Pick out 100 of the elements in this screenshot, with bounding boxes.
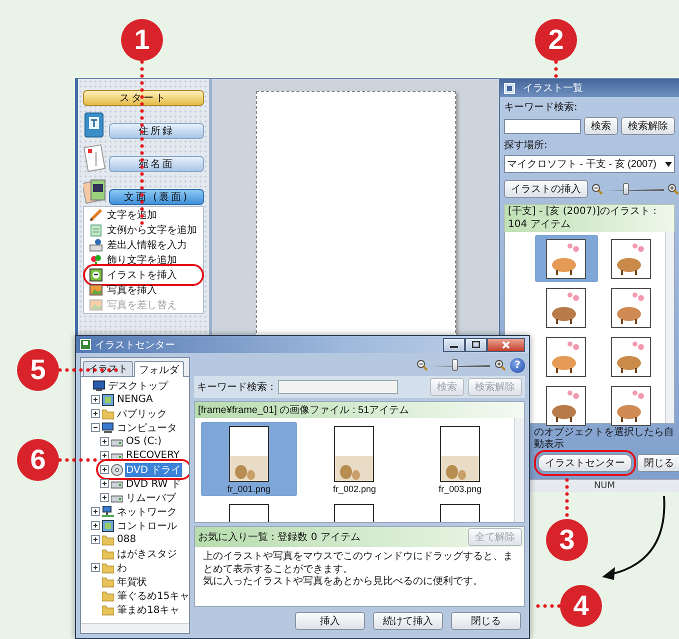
document-icon xyxy=(89,223,103,237)
file-tile[interactable]: fr_003.png xyxy=(412,422,508,496)
folder-icon xyxy=(102,408,114,420)
tree-item[interactable]: DVD ドライ xyxy=(125,462,182,476)
expand-toggle-icon[interactable] xyxy=(91,521,100,530)
tree-item[interactable]: NENGA xyxy=(116,394,154,405)
postcard-icon xyxy=(83,144,107,172)
illustration-thumbnail xyxy=(546,238,586,278)
insert-illustration-button[interactable]: イラストの挿入 xyxy=(504,180,588,198)
disc-icon xyxy=(111,464,123,476)
illustration-thumbnail xyxy=(610,288,651,328)
menu-item[interactable]: 写真を挿入 xyxy=(87,283,200,297)
pencil-icon xyxy=(89,208,103,222)
expand-toggle-icon[interactable] xyxy=(100,465,109,474)
clear-search-button[interactable]: 検索解除 xyxy=(621,117,675,135)
tree-item[interactable]: はがきスタジ xyxy=(116,546,178,560)
close-button[interactable]: 閉じる xyxy=(637,454,679,472)
tree-item[interactable]: 筆まめ18キャ xyxy=(116,602,181,616)
location-dropdown[interactable]: マイクロソフト - 干支 - 亥 (2007) xyxy=(504,155,675,173)
tab[interactable]: フォルダ xyxy=(134,361,184,377)
menu-item[interactable]: 差出人情報を入力 xyxy=(87,238,200,252)
zoom-in-icon xyxy=(494,359,506,371)
window-icon xyxy=(102,394,114,406)
list-header: [干支] - [亥 (2007)]のイラスト : 104 アイテム xyxy=(504,204,675,232)
expand-toggle-icon[interactable] xyxy=(100,479,109,488)
close-button[interactable]: 閉じる xyxy=(451,612,521,630)
tree-item[interactable]: デスクトップ xyxy=(107,378,169,392)
expand-toggle-icon[interactable] xyxy=(100,493,109,502)
insert-button[interactable]: 挿入 xyxy=(295,612,365,630)
thumbnail-tile[interactable] xyxy=(535,235,598,282)
file-name: fr_001.png xyxy=(227,484,270,494)
expand-toggle-icon[interactable] xyxy=(100,451,109,460)
maximize-icon xyxy=(472,341,480,348)
frame-thumbnail xyxy=(334,426,374,482)
expand-toggle-icon[interactable] xyxy=(91,409,100,418)
tree-item[interactable]: OS (C:) xyxy=(125,436,163,447)
dropdown-arrow-icon xyxy=(665,162,672,166)
desktop-icon xyxy=(93,380,105,392)
panel-icon xyxy=(504,82,515,94)
tree-item[interactable]: わ xyxy=(116,560,128,574)
step-number: 1 xyxy=(121,19,163,61)
minimize-button[interactable] xyxy=(443,338,465,352)
tree-item[interactable]: パブリック xyxy=(116,406,168,420)
tree-item[interactable]: 088 xyxy=(116,534,138,545)
keyword-field[interactable] xyxy=(504,118,581,134)
illustration-thumbnail xyxy=(546,336,586,376)
keyword-field[interactable] xyxy=(278,380,398,394)
step-number: 6 xyxy=(17,439,59,481)
expand-toggle-icon[interactable] xyxy=(100,437,109,446)
panel-title: イラスト一覧 xyxy=(523,82,583,95)
greeting-cards-icon xyxy=(83,177,107,205)
illustration-thumbnail xyxy=(546,288,586,328)
photo-icon xyxy=(89,298,103,312)
hint-text: 気に入ったイラストや写真をあとから見比べるのに便利です。 xyxy=(203,576,484,588)
slider-thumb[interactable] xyxy=(452,359,458,371)
zoom-out-icon xyxy=(591,183,603,195)
nav-button[interactable]: スタート xyxy=(83,90,204,106)
step-number: 3 xyxy=(546,519,588,561)
close-icon xyxy=(502,340,510,348)
tree-item[interactable]: コンピュータ xyxy=(116,420,178,434)
tree-item[interactable]: リムーバブ xyxy=(125,490,177,504)
tree-item[interactable]: DVD RW ド xyxy=(125,476,182,490)
file-tile[interactable]: fr_002.png xyxy=(306,422,402,496)
tree-item[interactable]: ネットワーク xyxy=(116,504,178,518)
menu-item[interactable]: イラストを挿入 xyxy=(87,268,200,282)
app-icon xyxy=(80,339,91,350)
zoom-in-icon xyxy=(667,183,679,195)
window-icon xyxy=(102,520,114,532)
file-name: fr_003.png xyxy=(438,484,482,494)
expand-toggle-icon[interactable] xyxy=(91,507,100,516)
folder-icon xyxy=(102,576,114,588)
close-button[interactable] xyxy=(487,338,525,352)
expand-toggle-icon[interactable] xyxy=(91,395,100,404)
search-button[interactable]: 検索 xyxy=(584,117,618,135)
favorites-header: お気に入り一覧 : 登録数 0 アイテム xyxy=(198,530,360,544)
horizontal-scrollbar[interactable] xyxy=(81,623,189,633)
menu-item[interactable]: 文例から文字を追加 xyxy=(87,223,200,237)
field-label: キーワード検索: xyxy=(504,100,578,114)
computer-icon xyxy=(102,422,114,434)
tree-item[interactable]: 年賀状 xyxy=(116,574,148,588)
photo-icon xyxy=(89,283,103,297)
expand-toggle-icon[interactable] xyxy=(91,535,100,544)
file-tile[interactable]: fr_001.png xyxy=(201,422,297,496)
scrollbar[interactable] xyxy=(665,232,674,423)
insert-continuously-button[interactable]: 続けて挿入 xyxy=(373,612,443,630)
field-label: 探す場所: xyxy=(504,138,548,152)
expand-toggle-icon[interactable] xyxy=(91,563,100,572)
tree-item[interactable]: 筆ぐるめ15キャ xyxy=(116,588,189,602)
field-label: キーワード検索 : xyxy=(197,380,274,394)
folder-icon xyxy=(102,562,114,574)
network-icon xyxy=(102,506,114,518)
collapse-toggle-icon[interactable] xyxy=(91,423,100,432)
scrollbar[interactable] xyxy=(514,418,524,522)
step-number: 5 xyxy=(17,349,59,391)
maximize-button[interactable] xyxy=(465,338,487,352)
slider-thumb[interactable] xyxy=(623,183,630,195)
tree-item[interactable]: RECOVERY xyxy=(125,450,181,461)
tree-item[interactable]: コントロール xyxy=(116,518,178,532)
status-indicator: NUM xyxy=(594,481,616,491)
list-header: [frame¥frame_01] の画像ファイル : 51アイテム xyxy=(195,402,524,418)
